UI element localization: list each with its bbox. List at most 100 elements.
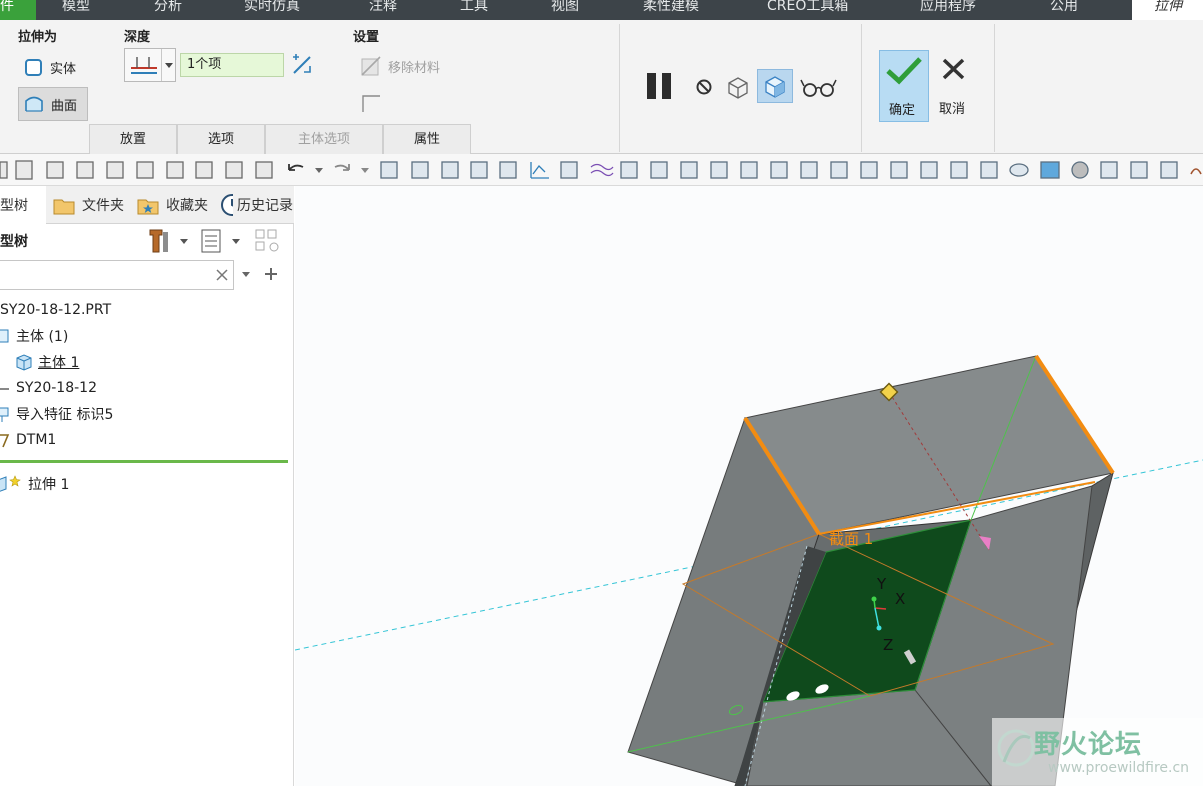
wireframe-icon[interactable]: [890, 161, 908, 179]
insert-mode-icon[interactable]: [76, 161, 94, 179]
tab-creo-toolbox[interactable]: CREO工具箱: [767, 0, 848, 20]
orient-icon[interactable]: [1100, 161, 1118, 179]
tree-item-bodies[interactable]: 主体 (1): [0, 325, 68, 347]
copy-feature-icon[interactable]: [136, 161, 154, 179]
close-icon[interactable]: [215, 268, 229, 282]
depth-value-field[interactable]: 1个项: [180, 53, 284, 77]
analysis-icon[interactable]: [650, 161, 668, 179]
surface-button[interactable]: 曲面: [18, 87, 88, 121]
regenerate-icon[interactable]: [0, 161, 8, 179]
tab-favorites[interactable]: 收藏夹: [136, 186, 212, 224]
display-style-icon[interactable]: [1160, 161, 1178, 179]
appearance-icon[interactable]: [1040, 161, 1060, 179]
curve-icon[interactable]: [590, 163, 614, 177]
tree-search-input[interactable]: [0, 260, 234, 290]
chevron-down-icon[interactable]: [180, 239, 188, 244]
tab-flexible-modeling[interactable]: 柔性建模: [643, 0, 699, 20]
spin-center-icon[interactable]: [1130, 161, 1148, 179]
tab-view[interactable]: 视图: [551, 0, 579, 20]
tab-model-tree[interactable]: 模型树: [0, 186, 46, 224]
mesh-icon[interactable]: [680, 161, 698, 179]
solid-button[interactable]: 实体: [24, 56, 76, 78]
tab-model[interactable]: 模型: [62, 0, 90, 20]
pause-icon[interactable]: [645, 71, 675, 101]
clipboard-icon[interactable]: [860, 161, 878, 179]
plane-display-icon[interactable]: [980, 161, 998, 179]
tree-item-dtm1[interactable]: DTM1: [0, 429, 56, 451]
tab-extrude[interactable]: 拉伸: [1132, 0, 1203, 20]
measure-icon[interactable]: [710, 161, 728, 179]
subtab-properties[interactable]: 属性: [383, 124, 471, 154]
csys-x-axis: [874, 607, 887, 610]
depth-type-dropdown[interactable]: [124, 48, 176, 82]
tab-annotate[interactable]: 注释: [369, 0, 397, 20]
cancel-button[interactable]: 取消: [934, 50, 974, 122]
plus-icon[interactable]: [265, 268, 277, 280]
tab-history[interactable]: 历史记录: [219, 186, 293, 224]
suppress-icon[interactable]: [255, 161, 273, 179]
undo-icon[interactable]: [288, 164, 304, 171]
chevron-down-icon[interactable]: [315, 168, 323, 173]
paste-special-icon[interactable]: [830, 161, 848, 179]
feature-preview-button[interactable]: [757, 69, 793, 103]
tree-item-import[interactable]: 导入特征 标识5: [0, 403, 113, 425]
tree-item-extrude[interactable]: 拉伸 1: [0, 473, 69, 495]
tab-applications[interactable]: 应用程序: [920, 0, 976, 20]
model-geometry[interactable]: [295, 186, 1203, 786]
show-hide-icon[interactable]: [255, 229, 279, 252]
chevron-down-icon[interactable]: [232, 239, 240, 244]
subtab-options[interactable]: 选项: [177, 124, 265, 154]
depth-dropdown-arrow[interactable]: [161, 49, 175, 81]
saved-views-icon[interactable]: [1009, 163, 1029, 177]
tab-simulation[interactable]: 实时仿真: [244, 0, 300, 20]
more-tools-icon[interactable]: [1190, 168, 1202, 175]
section-icon[interactable]: [740, 161, 758, 179]
render-icon[interactable]: [1071, 161, 1089, 179]
tab-utilities[interactable]: 公用: [1050, 0, 1078, 20]
datum-icon[interactable]: [560, 161, 578, 179]
favorites-folder-icon: [137, 199, 159, 215]
axis-z-label: Z: [883, 636, 894, 654]
save-icon[interactable]: [46, 161, 64, 179]
tree-columns-icon[interactable]: [201, 229, 221, 253]
thicken-sketch-icon[interactable]: [360, 93, 382, 115]
tab-folder-browser[interactable]: 文件夹: [52, 186, 128, 224]
insert-here-line[interactable]: [0, 460, 288, 463]
graphics-viewport[interactable]: 截面 1 Y X Z: [295, 186, 1203, 786]
tree-item-csys[interactable]: SY20-18-12: [0, 377, 97, 399]
geometry-preview-icon[interactable]: [724, 73, 752, 101]
subtab-placement[interactable]: 放置: [89, 124, 177, 154]
sketch-icon[interactable]: [620, 161, 638, 179]
tab-analysis[interactable]: 分析: [154, 0, 182, 20]
ruler-icon[interactable]: [770, 161, 788, 179]
redo-icon[interactable]: [334, 164, 350, 171]
csys-icon: [0, 388, 9, 390]
group-icon[interactable]: [225, 161, 243, 179]
tab-file[interactable]: 文件: [0, 0, 36, 20]
chevron-down-icon[interactable]: [242, 272, 250, 277]
pattern-icon[interactable]: [106, 161, 124, 179]
hidden-line-icon[interactable]: [920, 161, 938, 179]
tree-settings-icon[interactable]: [149, 229, 168, 253]
copy-icon[interactable]: [800, 161, 818, 179]
no-preview-icon[interactable]: [694, 77, 714, 97]
remove-material-button[interactable]: 移除材料: [360, 54, 440, 78]
shell-icon[interactable]: [411, 161, 429, 179]
annotation-icon[interactable]: [380, 161, 398, 179]
flip-direction-icon[interactable]: [290, 53, 314, 77]
tree-item-body[interactable]: 主体 1: [14, 351, 79, 373]
draft-icon[interactable]: [470, 161, 488, 179]
graph-icon[interactable]: [530, 162, 549, 179]
rib-icon[interactable]: [441, 161, 459, 179]
tab-tools[interactable]: 工具: [460, 0, 488, 20]
mirror-icon[interactable]: [195, 161, 213, 179]
subtab-body-options[interactable]: 主体选项: [265, 124, 383, 154]
tree-item-part[interactable]: SY20-18-12.PRT: [0, 299, 111, 321]
reorder-icon[interactable]: [15, 160, 33, 180]
round-icon[interactable]: [499, 161, 517, 179]
chevron-down-icon[interactable]: [361, 168, 369, 173]
paste-icon[interactable]: [166, 161, 184, 179]
shading-icon[interactable]: [950, 161, 968, 179]
ok-button[interactable]: 确定: [879, 50, 929, 122]
verify-glasses-icon[interactable]: [800, 77, 838, 99]
